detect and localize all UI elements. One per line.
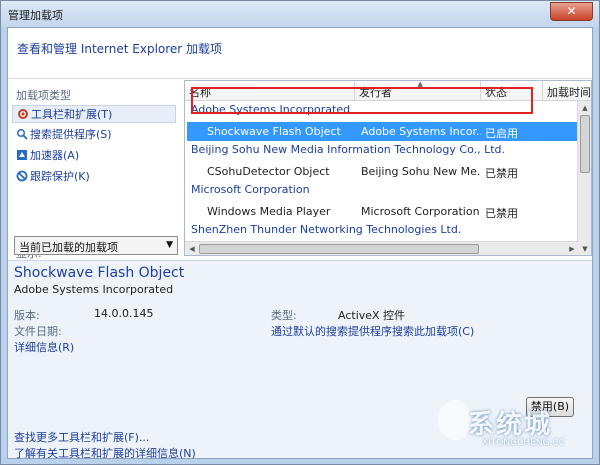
title-bar: 管理加载项 ✕: [1, 1, 599, 27]
addon-type-label: 工具栏和扩展(T): [31, 108, 113, 121]
details-publisher: Adobe Systems Incorporated: [14, 283, 174, 296]
addon-status-cell: 已启用: [485, 127, 518, 140]
column-header-load-time[interactable]: 加载时间: [543, 81, 591, 101]
addon-details-panel: Shockwave Flash Object Adobe Systems Inc…: [8, 260, 592, 461]
horizontal-scroll-thumb[interactable]: [199, 244, 479, 254]
find-more-toolbars-link[interactable]: 查找更多工具栏和扩展(F)...: [14, 429, 149, 445]
addon-row[interactable]: Windows Media Player Microsoft Corporati…: [187, 202, 579, 221]
addon-type-toolbars[interactable]: 工具栏和扩展(T): [12, 105, 176, 123]
addon-name-cell: Shockwave Flash Object: [207, 125, 341, 138]
addon-publisher-cell: Adobe Systems Incor...: [361, 125, 481, 138]
addon-type-pane: 加载项类型 工具栏和扩展(T) 搜索提供程序(S) 加速器(A) 跟踪保护(K): [8, 79, 180, 260]
version-value: 14.0.0.145: [94, 307, 154, 320]
type-label: 类型:: [271, 309, 297, 322]
publisher-group-header: ShenZhen Thunder Networking Technologies…: [191, 223, 462, 236]
watermark-logo-icon: [438, 400, 472, 440]
addon-type-label: 跟踪保护(K): [30, 170, 90, 183]
addon-type-search[interactable]: 搜索提供程序(S): [12, 126, 176, 144]
annotation-highlight-box: [191, 87, 533, 114]
addon-name-cell: Windows Media Player: [207, 205, 331, 218]
accelerator-icon: [17, 150, 27, 160]
addon-type-tracking-protection[interactable]: 跟踪保护(K): [12, 168, 176, 186]
window-title: 管理加载项: [8, 9, 63, 22]
show-filter-select[interactable]: 当前已加载的加载项 ▼: [14, 236, 178, 255]
scroll-right-icon[interactable]: ▶: [565, 242, 579, 255]
close-button[interactable]: ✕: [550, 2, 593, 21]
addon-name-cell: CSohuDetector Object: [207, 165, 330, 178]
block-icon: [16, 170, 28, 182]
show-filter-value: 当前已加载的加载项: [19, 241, 118, 254]
publisher-group-header: Microsoft Corporation: [191, 183, 310, 196]
search-addon-link[interactable]: 通过默认的搜索提供程序搜索此加载项(C): [271, 323, 474, 339]
vertical-scrollbar[interactable]: ▲ ▼: [577, 101, 591, 255]
details-addon-name: Shockwave Flash Object: [14, 265, 185, 281]
learn-more-toolbars-link[interactable]: 了解有关工具栏和扩展的详细信息(N): [14, 445, 196, 461]
addon-publisher-cell: Beijing Sohu New Me...: [361, 165, 481, 178]
manage-addons-window: 管理加载项 ✕ 查看和管理 Internet Explorer 加载项 加载项类…: [0, 0, 600, 465]
publisher-group-header: Beijing Sohu New Media Information Techn…: [191, 143, 506, 156]
file-date-label: 文件日期:: [14, 325, 62, 338]
addon-row[interactable]: CSohuDetector Object Beijing Sohu New Me…: [187, 162, 579, 181]
version-label: 版本:: [14, 309, 40, 322]
vertical-scroll-thumb[interactable]: [580, 115, 590, 173]
scroll-left-icon[interactable]: ◀: [185, 242, 199, 255]
more-info-link[interactable]: 详细信息(R): [14, 339, 74, 355]
watermark-text: 系统城: [468, 410, 553, 440]
addon-status-cell: 已禁用: [485, 167, 518, 180]
chevron-down-icon: ▼: [166, 240, 173, 250]
addon-status-cell: 已禁用: [485, 207, 518, 220]
type-value: ActiveX 控件: [338, 309, 406, 322]
addon-row[interactable]: Shockwave Flash Object Adobe Systems Inc…: [187, 122, 579, 141]
watermark-url: XITONGCHENG.CC: [482, 438, 565, 448]
scroll-down-icon[interactable]: ▼: [578, 242, 591, 255]
addon-type-label: 加速器(A): [30, 149, 80, 162]
addon-type-label: 搜索提供程序(S): [30, 128, 112, 141]
page-header: 查看和管理 Internet Explorer 加载项: [17, 42, 223, 56]
addon-publisher-cell: Microsoft Corporation: [361, 205, 480, 218]
scroll-up-icon[interactable]: ▲: [578, 101, 591, 115]
site-watermark: 系统城 XITONGCHENG.CC: [438, 396, 588, 454]
addon-type-accelerators[interactable]: 加速器(A): [12, 147, 176, 165]
search-icon: [16, 128, 28, 140]
horizontal-scrollbar[interactable]: ◀ ▶: [185, 241, 579, 255]
addon-types-heading: 加载项类型: [16, 89, 71, 102]
gear-icon: [18, 109, 28, 119]
